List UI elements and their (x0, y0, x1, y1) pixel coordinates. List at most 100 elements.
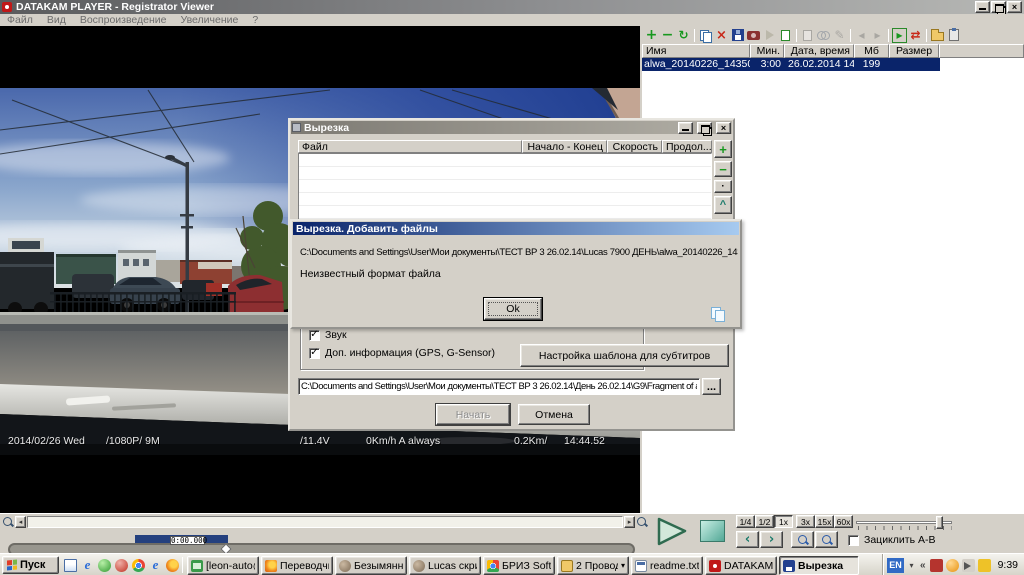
report-icon[interactable] (946, 28, 961, 43)
tray-agent-icon[interactable] (946, 559, 959, 572)
tray-messenger-icon[interactable] (930, 559, 943, 572)
task-untitled-gimp-window[interactable]: Безымянны... (335, 556, 407, 575)
message-dialog-title-bar[interactable]: Вырезка. Добавить файлы (293, 222, 739, 235)
task-lucas-screenshot-window[interactable]: Lucas скрин... (409, 556, 481, 575)
timeline-zoom-out-icon[interactable] (2, 516, 14, 528)
task-briz-software-window[interactable]: БРИЗ Softw... (483, 556, 555, 575)
clip-col-speed[interactable]: Скорость (607, 140, 662, 153)
clip-col-duration[interactable]: Продол... (662, 140, 712, 153)
menu-playback[interactable]: Воспроизведение (73, 14, 174, 26)
next-frame-button[interactable]: › (760, 531, 783, 548)
film-page-icon[interactable] (800, 28, 815, 43)
speed-3x-button[interactable]: 3x (796, 515, 815, 528)
reels-icon[interactable] (816, 28, 831, 43)
speed-slider-thumb[interactable] (936, 516, 943, 529)
language-options-icon[interactable]: ▾ (907, 558, 916, 573)
clip-col-range[interactable]: Начало - Конец (522, 140, 607, 153)
task-datakam-window[interactable]: DATAKAM P... (705, 556, 777, 575)
copy-icon[interactable] (698, 28, 713, 43)
menu-zoom[interactable]: Увеличение (174, 14, 246, 26)
prev-frame-button[interactable]: ‹ (736, 531, 759, 548)
stop-button[interactable] (700, 520, 725, 542)
menu-help[interactable]: ? (245, 14, 265, 26)
quicklaunch-document-icon[interactable] (64, 559, 77, 572)
restore-button[interactable] (991, 1, 1006, 13)
subtitle-template-button[interactable]: Настройка шаблона для субтитров (520, 344, 729, 367)
speed-1x-button[interactable]: 1x (774, 515, 793, 528)
export-page-icon[interactable] (778, 28, 793, 43)
task-explorer-group[interactable]: 2 Провод... ▾ (557, 556, 629, 575)
start-button[interactable]: Начать (436, 404, 510, 425)
video-zoom-in-button[interactable] (815, 531, 838, 548)
quicklaunch-red-icon[interactable] (115, 559, 128, 572)
toolbar-separator (796, 29, 797, 42)
transfer-icon[interactable]: ⇄ (908, 28, 923, 43)
column-header-datetime[interactable]: Дата, время (784, 44, 854, 58)
cut-maximize-button[interactable] (697, 122, 712, 134)
speed-15x-button[interactable]: 15x (815, 515, 834, 528)
video-zoom-out-button[interactable] (791, 531, 814, 548)
timeline-zoom-in-icon[interactable] (636, 516, 648, 528)
cut-dialog-title-bar[interactable]: Вырезка × (291, 121, 732, 134)
undo-icon[interactable]: ◂ (854, 28, 869, 43)
tray-collapse-icon[interactable]: « (919, 560, 927, 571)
delete-icon[interactable]: × (714, 28, 729, 43)
language-indicator[interactable]: EN (887, 558, 904, 573)
edit-icon[interactable]: ✎ (832, 28, 847, 43)
timeline-scroll-track[interactable] (27, 516, 623, 528)
column-header-size[interactable]: Размер (889, 44, 939, 58)
import-icon[interactable]: ▸ (892, 28, 907, 43)
minimize-button[interactable] (975, 1, 990, 13)
options-dot-button[interactable]: · (714, 180, 732, 193)
quicklaunch-green-icon[interactable] (98, 559, 111, 572)
cut-close-button[interactable]: × (716, 122, 731, 134)
column-header-mb[interactable]: Мб (854, 44, 889, 58)
title-bar: DATAKAM PLAYER - Registrator Viewer × (0, 0, 1024, 14)
redo-icon[interactable]: ▸ (870, 28, 885, 43)
browse-button[interactable]: ... (702, 378, 721, 395)
menu-view[interactable]: Вид (40, 14, 73, 26)
cancel-button[interactable]: Отмена (518, 404, 590, 425)
speed-quarter-button[interactable]: 1/4 (736, 515, 755, 528)
move-up-button[interactable]: ^ (714, 196, 732, 214)
scroll-right-button[interactable]: ▸ (624, 516, 635, 528)
add-clip-button[interactable]: + (714, 140, 732, 158)
file-row-selected[interactable]: alwa_20140226_143500 3:00 26.02.2014 14:… (642, 58, 940, 71)
column-header-minutes[interactable]: Мин. (750, 44, 784, 58)
clip-col-file[interactable]: Файл (298, 140, 522, 153)
quicklaunch-ie-icon[interactable]: e (81, 559, 94, 572)
quicklaunch-chrome-icon[interactable] (132, 559, 145, 572)
remove-clip-button[interactable]: − (714, 161, 732, 177)
speed-60x-button[interactable]: 60x (834, 515, 853, 528)
speed-half-button[interactable]: 1/2 (755, 515, 774, 528)
remove-file-icon[interactable]: − (660, 28, 675, 43)
task-translator-window[interactable]: Переводчи... (261, 556, 333, 575)
close-button[interactable]: × (1007, 1, 1022, 13)
loop-ab-checkbox[interactable] (848, 535, 859, 546)
quicklaunch-firefox-icon[interactable] (166, 559, 179, 572)
audio-icon[interactable] (762, 28, 777, 43)
ok-button[interactable]: Ok (484, 298, 542, 320)
add-file-icon[interactable]: + (644, 28, 659, 43)
task-cut-window-active[interactable]: Вырезка (779, 556, 859, 575)
extra-info-checkbox[interactable]: ✓ (309, 348, 320, 359)
output-path-input[interactable] (298, 378, 700, 395)
cut-minimize-button[interactable] (678, 122, 693, 134)
sound-checkbox[interactable]: ✓ (309, 330, 320, 341)
column-header-name[interactable]: Имя (642, 44, 750, 58)
tray-update-icon[interactable] (978, 559, 991, 572)
refresh-icon[interactable]: ↻ (676, 28, 691, 43)
save-icon[interactable] (730, 28, 745, 43)
task-readme-window[interactable]: readme.txt ... (631, 556, 703, 575)
copy-message-icon[interactable] (711, 307, 724, 320)
start-menu-button[interactable]: Пуск (2, 556, 59, 574)
task-mail-window[interactable]: [leon-auto@... (187, 556, 259, 575)
snapshot-icon[interactable] (746, 28, 761, 43)
quicklaunch-explorer-icon[interactable]: e (149, 559, 162, 572)
transport-controls: 1/4 1/2 1x 3x 15x 60x ‹ › Зациклить A-B (650, 514, 1024, 554)
open-folder-icon[interactable] (930, 28, 945, 43)
scroll-left-button[interactable]: ◂ (15, 516, 26, 528)
play-button[interactable] (656, 517, 688, 547)
tray-volume-icon[interactable] (962, 559, 975, 572)
menu-file[interactable]: Файл (0, 14, 40, 26)
